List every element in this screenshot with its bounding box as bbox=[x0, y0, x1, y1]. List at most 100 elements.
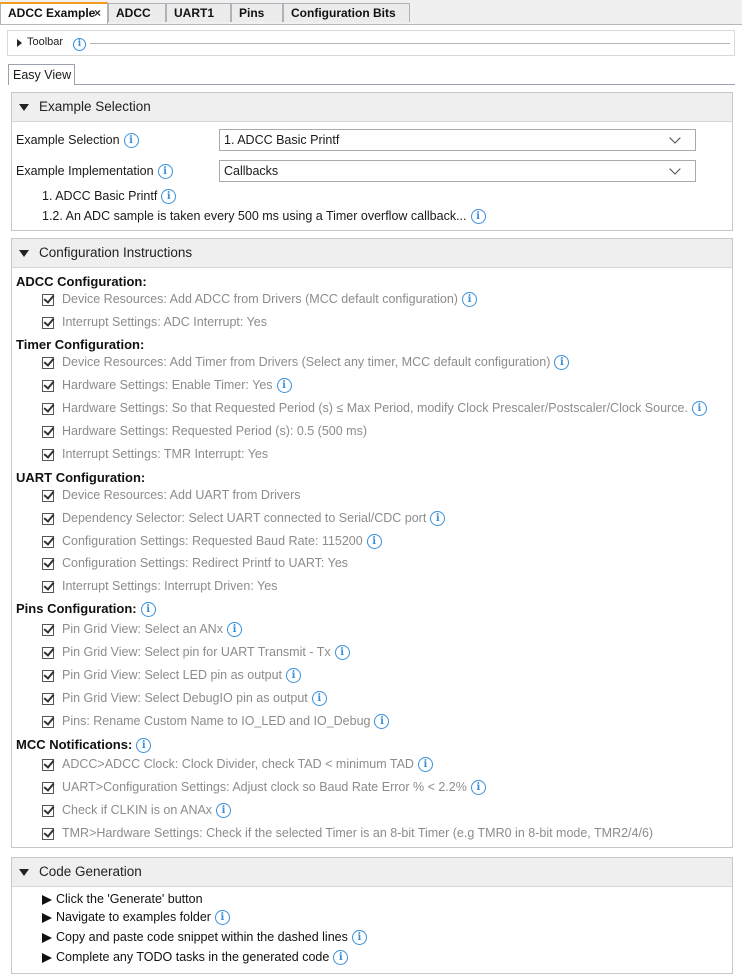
info-icon[interactable]: i bbox=[157, 164, 173, 180]
section-header[interactable]: Code Generation bbox=[12, 858, 732, 887]
example-selection-label: Example Selection i bbox=[16, 133, 139, 149]
toolbar-label[interactable]: Toolbar bbox=[27, 36, 63, 48]
chevron-down-icon bbox=[669, 163, 681, 175]
info-icon[interactable]: i bbox=[366, 534, 382, 550]
instruction-item: Pin Grid View: Select an ANx i bbox=[42, 622, 242, 640]
checkbox-checked-icon[interactable] bbox=[42, 715, 54, 728]
expand-triangle-icon[interactable] bbox=[17, 39, 22, 47]
checkbox-checked-icon[interactable] bbox=[42, 293, 54, 306]
instruction-item: ADCC>ADCC Clock: Clock Divider, check TA… bbox=[42, 757, 433, 775]
checkbox-checked-icon[interactable] bbox=[42, 669, 54, 682]
editor-tab-bar: ADCC Example × ADCC UART1 Pins Configura… bbox=[0, 0, 742, 25]
code-gen-step: Navigate to examples folder i bbox=[42, 910, 230, 926]
code-gen-step: Click the 'Generate' button bbox=[42, 892, 203, 906]
code-gen-step: Complete any TODO tasks in the generated… bbox=[42, 950, 349, 966]
configuration-instructions-section: Configuration Instructions ADCC Configur… bbox=[11, 238, 733, 848]
checkbox-checked-icon[interactable] bbox=[42, 623, 54, 636]
section-header[interactable]: Configuration Instructions bbox=[12, 239, 732, 268]
instruction-item: Check if CLKIN is on ANAx i bbox=[42, 803, 232, 821]
tab-label: Configuration Bits bbox=[291, 6, 396, 20]
info-icon[interactable]: i bbox=[123, 133, 139, 149]
mcc-notifications-heading: MCC Notifications: i bbox=[16, 737, 152, 754]
info-icon[interactable]: i bbox=[691, 401, 707, 417]
code-gen-step: Copy and paste code snippet within the d… bbox=[42, 930, 367, 946]
section-title: Example Selection bbox=[39, 99, 151, 114]
info-icon[interactable]: i bbox=[374, 714, 390, 730]
example-implementation-dropdown[interactable]: Callbacks bbox=[219, 160, 696, 182]
checkbox-checked-icon[interactable] bbox=[42, 512, 54, 525]
checkbox-checked-icon[interactable] bbox=[42, 646, 54, 659]
info-icon[interactable]: i bbox=[214, 910, 230, 926]
checkbox-checked-icon[interactable] bbox=[42, 781, 54, 794]
tab-configuration-bits[interactable]: Configuration Bits bbox=[283, 3, 410, 22]
instruction-item: Dependency Selector: Select UART connect… bbox=[42, 511, 446, 529]
info-icon[interactable]: i bbox=[136, 738, 152, 754]
instruction-item: Configuration Settings: Requested Baud R… bbox=[42, 534, 382, 552]
checkbox-checked-icon[interactable] bbox=[42, 692, 54, 705]
checkbox-checked-icon[interactable] bbox=[42, 489, 54, 502]
info-icon[interactable]: i bbox=[554, 355, 570, 371]
instruction-item: Configuration Settings: Redirect Printf … bbox=[42, 556, 348, 574]
instruction-item: Pin Grid View: Select DebugIO pin as out… bbox=[42, 691, 327, 709]
checkbox-checked-icon[interactable] bbox=[42, 827, 54, 840]
info-icon[interactable]: i bbox=[470, 209, 486, 225]
tab-adcc-example[interactable]: ADCC Example × bbox=[0, 2, 108, 24]
section-header[interactable]: Example Selection bbox=[12, 93, 732, 122]
info-icon[interactable]: i bbox=[351, 930, 367, 946]
tab-uart1[interactable]: UART1 bbox=[166, 3, 231, 22]
checkbox-checked-icon[interactable] bbox=[42, 758, 54, 771]
info-icon[interactable]: i bbox=[430, 511, 446, 527]
info-icon[interactable]: i bbox=[461, 292, 477, 308]
info-icon[interactable]: i bbox=[334, 645, 350, 661]
example-implementation-label: Example Implementation i bbox=[16, 164, 173, 180]
info-icon[interactable]: i bbox=[417, 757, 433, 773]
checkbox-checked-icon[interactable] bbox=[42, 425, 54, 438]
example-selection-section: Example Selection Example Selection i 1. … bbox=[11, 92, 733, 231]
info-icon[interactable]: i bbox=[69, 37, 86, 52]
collapse-triangle-icon[interactable] bbox=[19, 104, 29, 111]
checkbox-checked-icon[interactable] bbox=[42, 379, 54, 392]
toolbar-divider bbox=[90, 43, 730, 44]
checkbox-checked-icon[interactable] bbox=[42, 535, 54, 548]
info-icon[interactable]: i bbox=[333, 950, 349, 966]
example-selection-dropdown[interactable]: 1. ADCC Basic Printf bbox=[219, 129, 696, 151]
checkbox-checked-icon[interactable] bbox=[42, 402, 54, 415]
checkbox-checked-icon[interactable] bbox=[42, 804, 54, 817]
checkbox-checked-icon[interactable] bbox=[42, 448, 54, 461]
uart-configuration-heading: UART Configuration: bbox=[16, 470, 146, 485]
info-icon[interactable]: i bbox=[216, 803, 232, 819]
arrow-right-icon bbox=[42, 952, 52, 963]
tab-label: UART1 bbox=[174, 6, 215, 20]
dropdown-value: 1. ADCC Basic Printf bbox=[224, 133, 340, 147]
instruction-item: Interrupt Settings: TMR Interrupt: Yes bbox=[42, 447, 268, 465]
collapse-triangle-icon[interactable] bbox=[19, 869, 29, 876]
tab-label: ADCC bbox=[116, 6, 151, 20]
close-icon[interactable]: × bbox=[94, 4, 101, 23]
instruction-item: Pin Grid View: Select pin for UART Trans… bbox=[42, 645, 350, 663]
pins-configuration-heading: Pins Configuration: i bbox=[16, 601, 156, 618]
instruction-item: Device Resources: Add UART from Drivers bbox=[42, 488, 301, 506]
info-icon[interactable]: i bbox=[161, 189, 177, 205]
info-icon[interactable]: i bbox=[311, 691, 327, 707]
tab-label: ADCC Example bbox=[8, 6, 96, 20]
tab-easy-view[interactable]: Easy View bbox=[8, 64, 75, 85]
instruction-item: UART>Configuration Settings: Adjust cloc… bbox=[42, 780, 486, 798]
code-generation-section: Code Generation Click the 'Generate' but… bbox=[11, 857, 733, 974]
instruction-item: Hardware Settings: So that Requested Per… bbox=[42, 401, 707, 419]
info-icon[interactable]: i bbox=[276, 378, 292, 394]
info-icon[interactable]: i bbox=[226, 622, 242, 638]
info-icon[interactable]: i bbox=[470, 780, 486, 796]
checkbox-checked-icon[interactable] bbox=[42, 580, 54, 593]
tab-pins[interactable]: Pins bbox=[231, 3, 283, 22]
collapse-triangle-icon[interactable] bbox=[19, 250, 29, 257]
info-icon[interactable]: i bbox=[140, 602, 156, 618]
checkbox-checked-icon[interactable] bbox=[42, 316, 54, 329]
view-tab-divider bbox=[8, 84, 735, 85]
tab-adcc[interactable]: ADCC bbox=[108, 3, 166, 22]
instruction-item: TMR>Hardware Settings: Check if the sele… bbox=[42, 826, 653, 844]
checkbox-checked-icon[interactable] bbox=[42, 557, 54, 570]
example-description-title: 1. ADCC Basic Printf i bbox=[42, 189, 177, 205]
checkbox-checked-icon[interactable] bbox=[42, 356, 54, 369]
info-icon[interactable]: i bbox=[286, 668, 302, 684]
instruction-item: Pins: Rename Custom Name to IO_LED and I… bbox=[42, 714, 390, 732]
